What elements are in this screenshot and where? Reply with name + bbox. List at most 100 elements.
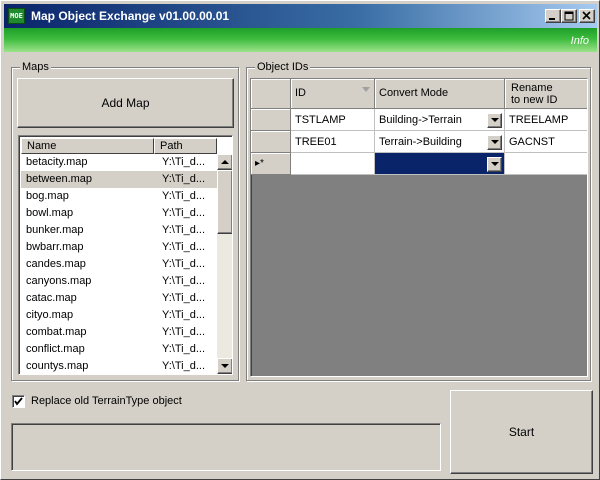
- column-header-path[interactable]: Path: [154, 138, 217, 154]
- map-path: Y:\Ti_d...: [162, 207, 206, 219]
- map-path: Y:\Ti_d...: [162, 326, 206, 338]
- map-path: Y:\Ti_d...: [162, 360, 206, 372]
- map-path: Y:\Ti_d...: [162, 173, 206, 185]
- list-item[interactable]: bowl.map Y:\Ti_d...: [21, 205, 217, 222]
- map-name: canyons.map: [26, 275, 92, 287]
- map-path: Y:\Ti_d...: [162, 275, 206, 287]
- dropdown-button[interactable]: [487, 157, 502, 172]
- column-header-rename[interactable]: Rename to new ID: [505, 79, 587, 109]
- chevron-down-icon: [491, 118, 499, 122]
- list-item[interactable]: catac.map Y:\Ti_d...: [21, 290, 217, 307]
- start-button[interactable]: Start: [450, 390, 593, 474]
- map-name: bunker.map: [26, 224, 84, 236]
- map-path: Y:\Ti_d...: [162, 292, 206, 304]
- list-item[interactable]: canyons.map Y:\Ti_d...: [21, 273, 217, 290]
- replace-terrain-checkbox[interactable]: [12, 395, 25, 408]
- maps-list-scrollbar[interactable]: [217, 154, 232, 374]
- close-icon: [582, 11, 591, 20]
- maps-group-label: Maps: [20, 61, 51, 73]
- info-link[interactable]: Info: [571, 35, 589, 47]
- window-title: Map Object Exchange v01.00.00.01: [31, 9, 230, 23]
- list-item[interactable]: conflict.map Y:\Ti_d...: [21, 341, 217, 358]
- cell-rename[interactable]: TREELAMP: [505, 109, 587, 131]
- close-button[interactable]: [579, 9, 595, 23]
- replace-terrain-label[interactable]: Replace old TerrainType object: [31, 395, 182, 408]
- grid-corner-header: [251, 79, 291, 109]
- list-item[interactable]: combat.map Y:\Ti_d...: [21, 324, 217, 341]
- scroll-up-button[interactable]: [217, 154, 232, 170]
- map-name: cityo.map: [26, 309, 74, 321]
- map-name: combat.map: [26, 326, 87, 338]
- scroll-down-button[interactable]: [217, 358, 232, 374]
- maps-group: Maps Add Map Name Path betacity.map Y:\Ti…: [11, 61, 239, 381]
- new-cell-convert-mode[interactable]: [375, 153, 505, 175]
- list-item[interactable]: bwbarr.map Y:\Ti_d...: [21, 239, 217, 256]
- cell-convert-mode-value: Building->Terrain: [379, 114, 462, 126]
- arrow-down-icon: [221, 364, 229, 368]
- column-header-id[interactable]: ID: [291, 79, 375, 109]
- map-path: Y:\Ti_d...: [162, 343, 206, 355]
- add-map-button[interactable]: Add Map: [17, 78, 234, 128]
- cell-id[interactable]: TSTLAMP: [291, 109, 375, 131]
- map-name: catac.map: [26, 292, 77, 304]
- dropdown-button[interactable]: [487, 113, 502, 128]
- list-item[interactable]: countys.map Y:\Ti_d...: [21, 358, 217, 374]
- minimize-icon: [549, 18, 555, 20]
- info-bar: Info: [4, 28, 597, 52]
- row-header[interactable]: [251, 131, 291, 153]
- new-row-header[interactable]: ▸*: [251, 153, 291, 175]
- minimize-button[interactable]: [545, 9, 561, 23]
- list-item[interactable]: bunker.map Y:\Ti_d...: [21, 222, 217, 239]
- map-path: Y:\Ti_d...: [162, 309, 206, 321]
- map-name: bwbarr.map: [26, 241, 84, 253]
- list-item[interactable]: betacity.map Y:\Ti_d...: [21, 154, 217, 171]
- column-header-id-label: ID: [295, 87, 306, 99]
- arrow-up-icon: [221, 160, 229, 164]
- sort-down-icon: [362, 87, 370, 92]
- status-panel: [11, 423, 441, 471]
- object-ids-group: Object IDs ID Convert Mode Rename to new…: [246, 61, 591, 381]
- cell-convert-mode[interactable]: Building->Terrain: [375, 109, 505, 131]
- cell-convert-mode-value: Terrain->Building: [379, 136, 462, 148]
- map-name: bog.map: [26, 190, 69, 202]
- column-header-convert-mode[interactable]: Convert Mode: [375, 79, 505, 109]
- maximize-icon: [564, 11, 574, 21]
- cell-convert-mode[interactable]: Terrain->Building: [375, 131, 505, 153]
- map-name: countys.map: [26, 360, 89, 372]
- list-item[interactable]: candes.map Y:\Ti_d...: [21, 256, 217, 273]
- map-path: Y:\Ti_d...: [162, 224, 206, 236]
- maps-list[interactable]: Name Path betacity.map Y:\Ti_d... between.…: [18, 135, 233, 375]
- checkmark-icon: [14, 397, 23, 406]
- cell-id[interactable]: TREE01: [291, 131, 375, 153]
- column-header-rename-line1: Rename: [511, 82, 553, 94]
- object-ids-grid[interactable]: ID Convert Mode Rename to new ID TSTLAMP…: [250, 78, 588, 377]
- dropdown-button[interactable]: [487, 135, 502, 150]
- map-path: Y:\Ti_d...: [162, 190, 206, 202]
- map-path: Y:\Ti_d...: [162, 258, 206, 270]
- maximize-button[interactable]: [561, 9, 577, 23]
- app-moe-icon: MOE: [8, 8, 25, 24]
- column-header-name[interactable]: Name: [21, 138, 154, 154]
- new-cell-rename[interactable]: [505, 153, 587, 175]
- map-path: Y:\Ti_d...: [162, 156, 206, 168]
- chevron-down-icon: [491, 140, 499, 144]
- scroll-thumb[interactable]: [217, 170, 232, 234]
- new-cell-id[interactable]: [291, 153, 375, 175]
- column-header-rename-line2: to new ID: [511, 94, 558, 106]
- cell-rename[interactable]: GACNST: [505, 131, 587, 153]
- maps-list-rows: betacity.map Y:\Ti_d... between.map Y:\Ti_d…: [21, 154, 217, 374]
- object-ids-group-label: Object IDs: [255, 61, 311, 73]
- row-header[interactable]: [251, 109, 291, 131]
- map-path: Y:\Ti_d...: [162, 241, 206, 253]
- title-bar[interactable]: MOE Map Object Exchange v01.00.00.01: [4, 4, 597, 28]
- main-window: MOE Map Object Exchange v01.00.00.01 Inf…: [0, 0, 600, 480]
- list-item[interactable]: between.map Y:\Ti_d...: [21, 171, 217, 188]
- map-name: betacity.map: [26, 156, 88, 168]
- list-item[interactable]: cityo.map Y:\Ti_d...: [21, 307, 217, 324]
- map-name: candes.map: [26, 258, 86, 270]
- map-name: between.map: [26, 173, 93, 185]
- chevron-down-icon: [491, 162, 499, 166]
- list-item[interactable]: bog.map Y:\Ti_d...: [21, 188, 217, 205]
- map-name: bowl.map: [26, 207, 74, 219]
- map-name: conflict.map: [26, 343, 85, 355]
